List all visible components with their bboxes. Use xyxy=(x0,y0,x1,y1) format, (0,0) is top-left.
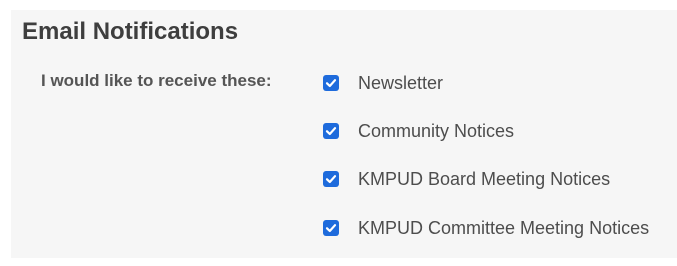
community-notices-label: Community Notices xyxy=(358,120,515,141)
checkmark-icon xyxy=(325,79,337,88)
board-meeting-notices-label: KMPUD Board Meeting Notices xyxy=(358,168,611,189)
checkmark-icon xyxy=(325,224,337,233)
section-title: Email Notifications xyxy=(22,18,239,45)
option-newsletter[interactable]: Newsletter xyxy=(323,71,443,95)
newsletter-label: Newsletter xyxy=(358,72,444,93)
checkmark-icon xyxy=(325,175,337,184)
newsletter-checkbox[interactable] xyxy=(323,75,339,91)
option-committee-meeting-notices[interactable]: KMPUD Committee Meeting Notices xyxy=(323,216,649,240)
option-board-meeting-notices[interactable]: KMPUD Board Meeting Notices xyxy=(323,167,610,191)
receive-field-label: I would like to receive these: xyxy=(41,71,272,90)
checkmark-icon xyxy=(325,127,337,136)
community-notices-checkbox[interactable] xyxy=(323,123,339,139)
committee-meeting-notices-label: KMPUD Committee Meeting Notices xyxy=(358,217,650,238)
committee-meeting-notices-checkbox[interactable] xyxy=(323,220,339,236)
option-community-notices[interactable]: Community Notices xyxy=(323,119,514,143)
email-notifications-panel: Email Notifications I would like to rece… xyxy=(11,10,677,258)
board-meeting-notices-checkbox[interactable] xyxy=(323,171,339,187)
